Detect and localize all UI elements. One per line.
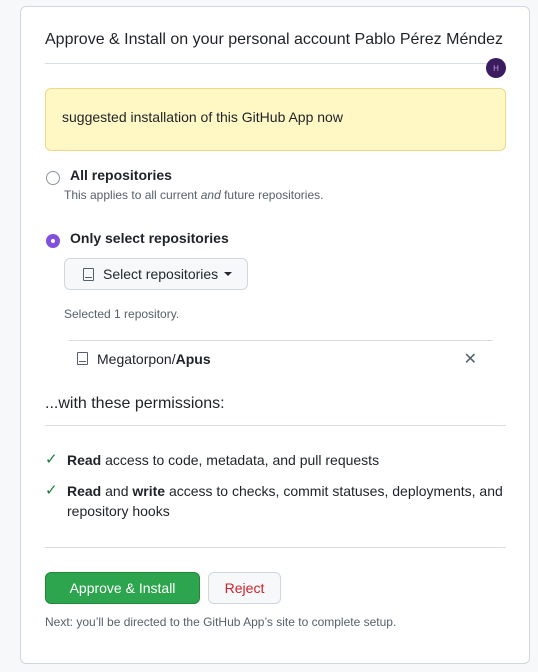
check-icon: ✓	[45, 482, 58, 499]
check-icon: ✓	[45, 451, 58, 468]
reject-button[interactable]: Reject	[208, 572, 281, 604]
divider	[45, 425, 506, 426]
caret-down-icon	[224, 272, 233, 276]
permission-text: Read and write access to checks, commit …	[67, 483, 503, 519]
permissions-heading: ...with these permissions:	[45, 395, 225, 412]
permission-item: ✓ Read access to code, metadata, and pul…	[45, 450, 506, 470]
footer-note: Next: you’ll be directed to the GitHub A…	[45, 615, 397, 629]
radio-all-repositories[interactable]	[46, 171, 60, 185]
all-repositories-note: This applies to all current and future r…	[64, 188, 324, 202]
label-only-select-repositories[interactable]: Only select repositories	[70, 230, 229, 246]
avatar-initial: H	[493, 63, 499, 73]
select-repositories-label: Select repositories	[103, 266, 219, 282]
flash-notice: suggested installation of this GitHub Ap…	[45, 88, 506, 151]
repo-owner: Megatorpon/	[97, 350, 176, 367]
page-title: Approve & Install on your personal accou…	[45, 31, 504, 48]
divider	[45, 547, 506, 548]
selected-repo-row: Megatorpon/Apus ✕	[69, 340, 493, 376]
divider	[45, 63, 506, 64]
repo-icon	[77, 352, 88, 365]
radio-only-select-repositories[interactable]	[46, 234, 60, 248]
permission-text: Read access to code, metadata, and pull …	[67, 452, 380, 468]
label-all-repositories[interactable]: All repositories	[70, 167, 172, 183]
selected-count: Selected 1 repository.	[64, 307, 180, 321]
permission-item: ✓ Read and write access to checks, commi…	[45, 481, 506, 521]
install-card: Approve & Install on your personal accou…	[20, 6, 530, 664]
remove-repo-icon[interactable]: ✕	[464, 349, 477, 369]
repo-name: Apus	[175, 350, 211, 367]
repo-icon	[83, 267, 94, 281]
select-repositories-button[interactable]: Select repositories	[64, 258, 248, 290]
avatar: H	[486, 58, 506, 78]
approve-install-button[interactable]: Approve & Install	[45, 572, 200, 604]
